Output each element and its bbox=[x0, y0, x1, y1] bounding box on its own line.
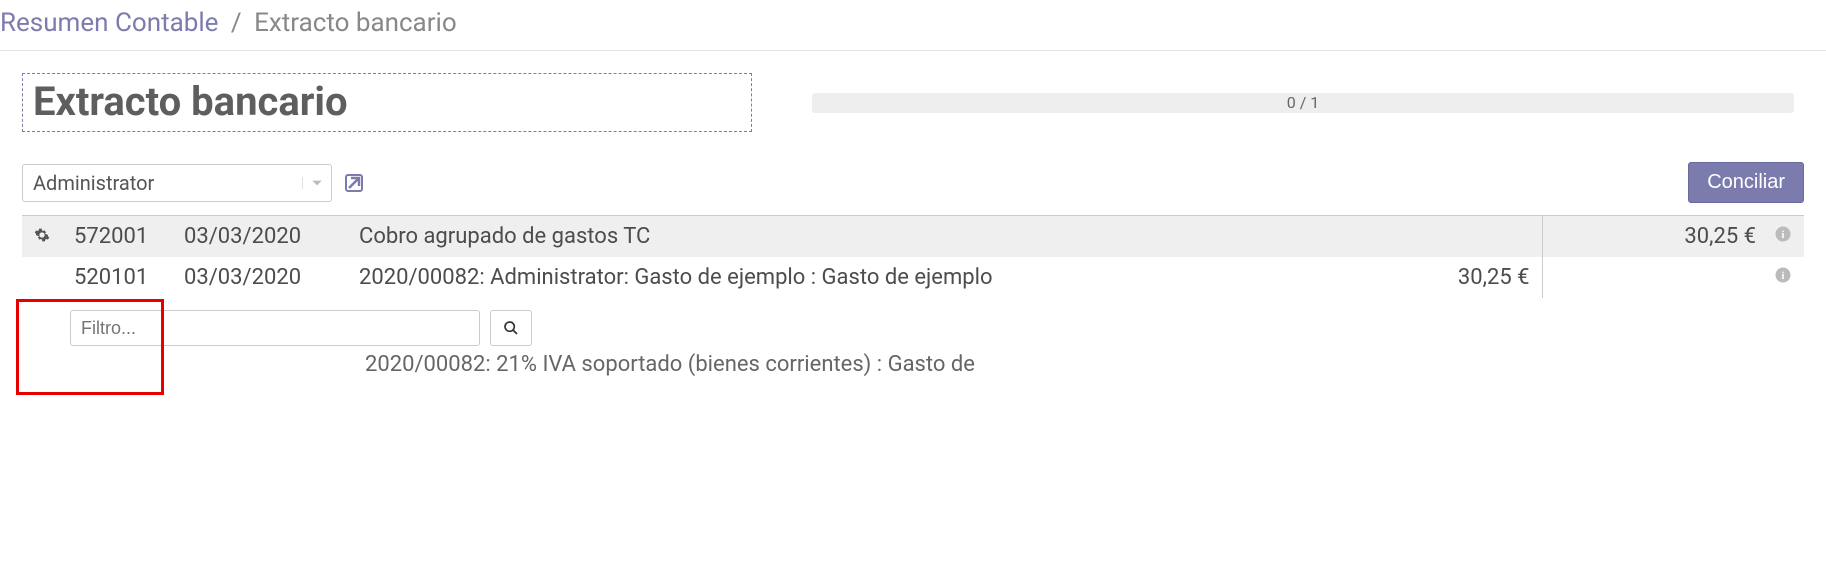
partial-account bbox=[70, 352, 190, 377]
header-row: Extracto bancario 0 / 1 bbox=[0, 51, 1826, 162]
reconciliation-table-wrap: 572001 03/03/2020 Cobro agrupado de gast… bbox=[0, 215, 1826, 298]
breadcrumb: Resumen Contable / Extracto bancario bbox=[0, 0, 1826, 51]
breadcrumb-separator: / bbox=[231, 8, 242, 38]
cell-description: 2020/00082: Administrator: Gasto de ejem… bbox=[347, 257, 1402, 298]
filter-row bbox=[0, 298, 1826, 346]
cell-description: Cobro agrupado de gastos TC bbox=[347, 216, 1402, 258]
title-input-box[interactable]: Extracto bancario bbox=[22, 73, 752, 132]
partial-date bbox=[190, 352, 365, 377]
partial-row: 2020/00082: 21% IVA soportado (bienes co… bbox=[0, 346, 1826, 377]
cell-date: 03/03/2020 bbox=[172, 216, 347, 258]
svg-text:i: i bbox=[1782, 271, 1785, 282]
svg-text:i: i bbox=[1782, 230, 1785, 241]
partial-description: 2020/00082: 21% IVA soportado (bienes co… bbox=[365, 352, 975, 377]
controls-row: Administrator Conciliar bbox=[0, 162, 1826, 215]
progress-wrap: 0 / 1 bbox=[812, 93, 1794, 113]
cell-account: 520101 bbox=[62, 257, 172, 298]
info-icon[interactable]: i bbox=[1762, 216, 1804, 258]
search-button[interactable] bbox=[490, 310, 532, 346]
reconcile-button[interactable]: Conciliar bbox=[1688, 162, 1804, 203]
breadcrumb-link-resumen[interactable]: Resumen Contable bbox=[0, 8, 218, 38]
cell-amount-debit: 30,25 € bbox=[1402, 257, 1542, 298]
chevron-down-icon bbox=[302, 177, 323, 189]
cell-date: 03/03/2020 bbox=[172, 257, 347, 298]
cell-amount-debit bbox=[1402, 216, 1542, 258]
external-link-icon[interactable] bbox=[342, 171, 366, 195]
partner-select[interactable]: Administrator bbox=[22, 164, 332, 202]
partner-select-value: Administrator bbox=[33, 171, 154, 195]
page-title: Extracto bancario bbox=[33, 78, 733, 125]
filter-input[interactable] bbox=[70, 310, 480, 346]
table-row[interactable]: 520101 03/03/2020 2020/00082: Administra… bbox=[22, 257, 1804, 298]
cell-amount-credit: 30,25 € bbox=[1542, 216, 1762, 258]
breadcrumb-current: Extracto bancario bbox=[254, 8, 457, 38]
table-row[interactable]: 572001 03/03/2020 Cobro agrupado de gast… bbox=[22, 216, 1804, 258]
gear-icon[interactable] bbox=[22, 216, 62, 258]
cell-account: 572001 bbox=[62, 216, 172, 258]
progress-bar: 0 / 1 bbox=[812, 93, 1794, 113]
reconciliation-table: 572001 03/03/2020 Cobro agrupado de gast… bbox=[22, 215, 1804, 298]
cell-amount-credit bbox=[1542, 257, 1762, 298]
info-icon[interactable]: i bbox=[1762, 257, 1804, 298]
progress-text: 0 / 1 bbox=[1287, 93, 1320, 112]
